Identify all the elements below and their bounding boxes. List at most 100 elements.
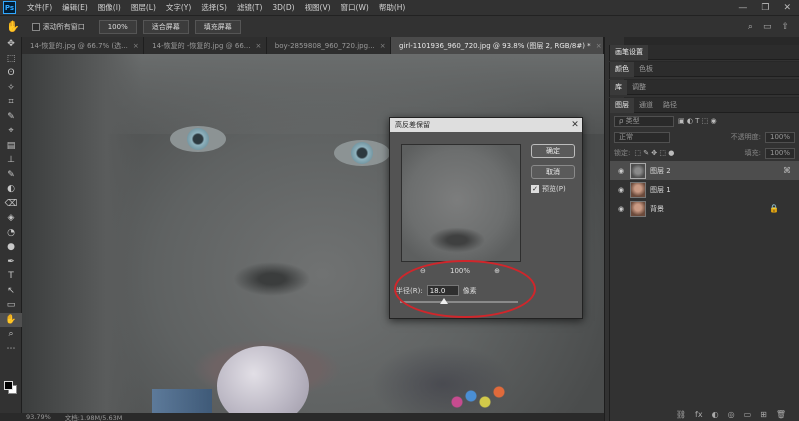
fill-field[interactable]: 100% bbox=[765, 147, 795, 159]
fill-screen-button[interactable]: 填充屏幕 bbox=[194, 19, 241, 34]
layer-row-background[interactable]: ◉ 背景 🔒 bbox=[610, 199, 799, 218]
tab-close-icon[interactable]: × bbox=[380, 42, 386, 50]
eraser-tool-icon[interactable]: ◐ bbox=[0, 182, 22, 197]
ok-button[interactable]: 确定 bbox=[531, 144, 575, 158]
minimize-icon[interactable]: — bbox=[738, 3, 747, 13]
radius-slider[interactable] bbox=[400, 298, 518, 304]
link-layers-icon[interactable]: ⛓ bbox=[676, 410, 686, 419]
status-zoom[interactable]: 93.79% bbox=[26, 413, 51, 421]
rectangle-tool-icon[interactable]: ▭ bbox=[0, 298, 22, 313]
tab-close-icon[interactable]: × bbox=[596, 42, 602, 50]
tab-adjustments[interactable]: 调整 bbox=[627, 80, 651, 95]
zoom-100-button[interactable]: 100% bbox=[98, 19, 137, 34]
menu-3d[interactable]: 3D(D) bbox=[267, 3, 299, 12]
brush-tool-icon[interactable]: ▤ bbox=[0, 139, 22, 154]
visibility-eye-icon[interactable]: ◉ bbox=[616, 205, 626, 213]
clone-stamp-tool-icon[interactable]: ⊥ bbox=[0, 153, 22, 168]
crop-tool-icon[interactable]: ⌗ bbox=[0, 95, 22, 110]
zoom-out-icon[interactable]: ⊖ bbox=[420, 267, 426, 275]
menu-filter[interactable]: 滤镜(T) bbox=[232, 2, 267, 13]
layer-kind-filter[interactable]: ρ 类型 bbox=[614, 115, 674, 127]
library-panel-tabs: 库 调整 bbox=[610, 79, 799, 95]
dodge-tool-icon[interactable]: ◔ bbox=[0, 226, 22, 241]
preview-checkbox[interactable]: ✓ 预览(P) bbox=[531, 184, 566, 194]
paint-bucket-tool-icon[interactable]: ⌫ bbox=[0, 197, 22, 212]
checkbox-icon[interactable] bbox=[31, 22, 40, 31]
visibility-eye-icon[interactable]: ◉ bbox=[616, 167, 626, 175]
tab-color[interactable]: 颜色 bbox=[610, 61, 634, 77]
close-icon[interactable]: ✕ bbox=[783, 3, 791, 13]
pen-tool-icon[interactable]: ✒ bbox=[0, 255, 22, 270]
tab-swatches[interactable]: 色板 bbox=[634, 62, 658, 77]
move-tool-icon[interactable]: ✥ bbox=[0, 37, 22, 52]
layer-row-layer-1[interactable]: ◉ 图层 1 bbox=[610, 180, 799, 199]
visibility-eye-icon[interactable]: ◉ bbox=[616, 186, 626, 194]
new-layer-icon[interactable]: ⊞ bbox=[760, 410, 767, 419]
history-brush-tool-icon[interactable]: ✎ bbox=[0, 168, 22, 183]
adjustment-layer-icon[interactable]: ◎ bbox=[728, 410, 735, 419]
search-icon[interactable]: ⌕ bbox=[748, 22, 753, 32]
path-selection-tool-icon[interactable]: ↖ bbox=[0, 284, 22, 299]
more-tools-icon[interactable]: ⋯ bbox=[0, 342, 22, 357]
menu-edit[interactable]: 编辑(E) bbox=[57, 2, 93, 13]
checkbox-checked-icon[interactable]: ✓ bbox=[531, 185, 539, 193]
hand-tool-button-icon[interactable]: ✋ bbox=[0, 312, 22, 327]
tab-document-3[interactable]: boy-2859808_960_720.jpg... × bbox=[266, 37, 391, 54]
tab-close-icon[interactable]: × bbox=[255, 42, 261, 50]
layer-name[interactable]: 图层 2 bbox=[650, 166, 671, 176]
fit-screen-button[interactable]: 适合屏幕 bbox=[142, 19, 189, 34]
menu-select[interactable]: 选择(S) bbox=[196, 2, 232, 13]
menu-layer[interactable]: 图层(L) bbox=[126, 2, 161, 13]
layer-name[interactable]: 背景 bbox=[650, 204, 664, 214]
lock-icons[interactable]: ⬚ ✎ ✥ ⬚ ● bbox=[634, 149, 674, 157]
dialog-title-bar[interactable]: 高反差保留 ✕ bbox=[390, 118, 582, 132]
group-icon[interactable]: ▭ bbox=[744, 410, 752, 419]
tab-library[interactable]: 库 bbox=[610, 79, 627, 95]
layer-filter-row: ρ 类型 ▣ ◐ T ⬚ ◉ bbox=[610, 113, 799, 129]
tab-document-1[interactable]: 14-恢复的.jpg @ 66.7% (选... × bbox=[22, 37, 145, 54]
radius-input[interactable] bbox=[426, 285, 459, 296]
sponge-tool-icon[interactable]: ● bbox=[0, 240, 22, 255]
layer-name[interactable]: 图层 1 bbox=[650, 185, 671, 195]
tab-document-active[interactable]: girl-1101936_960_720.jpg @ 93.8% (图层 2, … bbox=[391, 37, 605, 54]
zoom-in-icon[interactable]: ⊕ bbox=[494, 267, 500, 275]
cancel-button[interactable]: 取消 bbox=[531, 165, 575, 179]
layer-filter-icons[interactable]: ▣ ◐ T ⬚ ◉ bbox=[678, 117, 717, 125]
blend-mode-select[interactable]: 正常 bbox=[614, 131, 670, 143]
tab-layers[interactable]: 图层 bbox=[610, 97, 634, 113]
menu-window[interactable]: 窗口(W) bbox=[336, 2, 374, 13]
menu-type[interactable]: 文字(Y) bbox=[161, 2, 196, 13]
scroll-all-windows-checkbox[interactable]: 滚动所有窗口 bbox=[31, 22, 85, 32]
hand-tool-icon[interactable]: ✋ bbox=[6, 20, 20, 33]
mask-icon[interactable]: ◐ bbox=[712, 410, 719, 419]
tab-paths[interactable]: 路径 bbox=[658, 98, 682, 113]
marquee-tool-icon[interactable]: ⬚ bbox=[0, 52, 22, 67]
opacity-field[interactable]: 100% bbox=[765, 131, 795, 143]
lasso-tool-icon[interactable]: ʘ bbox=[0, 66, 22, 81]
layer-style-icon[interactable]: fx bbox=[695, 410, 703, 419]
layer-row-layer-2[interactable]: ◉ 图层 2 ⌘ bbox=[610, 161, 799, 180]
filter-preview[interactable] bbox=[401, 144, 521, 262]
magic-wand-tool-icon[interactable]: ✧ bbox=[0, 81, 22, 96]
layers-panel: 图层 通道 路径 ρ 类型 ▣ ◐ T ⬚ ◉ 正常 不透明度: 100% 锁定… bbox=[609, 97, 799, 421]
type-tool-icon[interactable]: T bbox=[0, 269, 22, 284]
workspace-icon[interactable]: ▭ bbox=[763, 22, 772, 32]
tab-document-2[interactable]: 14-恢复的 -恢复的.jpg @ 66... × bbox=[144, 37, 267, 54]
radius-slider-thumb[interactable] bbox=[439, 298, 448, 304]
dialog-close-icon[interactable]: ✕ bbox=[568, 120, 582, 130]
blur-tool-icon[interactable]: ◈ bbox=[0, 211, 22, 226]
foreground-color-swatch[interactable] bbox=[4, 381, 13, 390]
tab-close-icon[interactable]: × bbox=[133, 42, 139, 50]
tab-channels[interactable]: 通道 bbox=[634, 98, 658, 113]
menu-file[interactable]: 文件(F) bbox=[22, 2, 57, 13]
healing-brush-tool-icon[interactable]: ⌖ bbox=[0, 124, 22, 139]
zoom-tool-icon[interactable]: ⌕ bbox=[0, 327, 22, 342]
eyedropper-tool-icon[interactable]: ✎ bbox=[0, 110, 22, 125]
menu-help[interactable]: 帮助(H) bbox=[374, 2, 411, 13]
delete-layer-icon[interactable]: 🗑 bbox=[776, 410, 786, 419]
tab-brush-settings[interactable]: 画笔设置 bbox=[610, 44, 648, 60]
share-icon[interactable]: ⇧ bbox=[781, 22, 789, 32]
menu-image[interactable]: 图像(I) bbox=[93, 2, 126, 13]
restore-icon[interactable]: ❐ bbox=[761, 3, 769, 13]
menu-view[interactable]: 视图(V) bbox=[300, 2, 336, 13]
